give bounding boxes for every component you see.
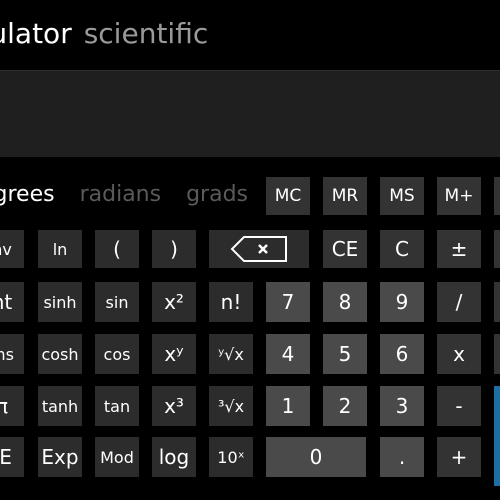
digit-2-button[interactable]: 2 [323,386,367,426]
memory-add-button[interactable]: M+ [437,177,481,215]
calculator-window: culator scientific egrees radians grads M… [0,0,500,500]
reciprocal-button[interactable] [494,334,500,374]
app-name: culator [0,17,72,50]
angle-mode-grads[interactable]: grads [186,182,248,207]
angle-mode-selector: egrees radians grads [0,178,266,212]
sinh-button[interactable]: sinh [38,282,82,322]
inverse-button[interactable]: nv [0,230,24,268]
subtract-button[interactable]: - [437,386,481,426]
angle-mode-radians[interactable]: radians [80,182,162,207]
digit-7-button[interactable]: 7 [266,282,310,322]
dms-button[interactable]: ms [0,334,24,374]
clear-button[interactable]: C [380,230,424,268]
tan-button[interactable]: tan [95,386,139,426]
exp-button[interactable]: Exp [38,437,82,477]
tanh-button[interactable]: tanh [38,386,82,426]
memory-clear-button[interactable]: MC [266,177,310,215]
mode-label[interactable]: scientific [84,17,209,50]
sin-button[interactable]: sin [95,282,139,322]
memory-recall-button[interactable]: MR [323,177,367,215]
sign-toggle-button[interactable]: ± [437,230,481,268]
memory-store-button[interactable]: MS [380,177,424,215]
backspace-button[interactable] [209,230,309,268]
cube-root-button[interactable]: ³√x [209,386,253,426]
pi-button[interactable]: π [0,386,24,426]
square-button[interactable]: x² [152,282,196,322]
integer-button[interactable]: nt [0,282,24,322]
digit-9-button[interactable]: 9 [380,282,424,322]
digit-5-button[interactable]: 5 [323,334,367,374]
add-button[interactable]: + [437,437,481,477]
clear-entry-button[interactable]: CE [323,230,367,268]
result-display [0,70,500,157]
cos-button[interactable]: cos [95,334,139,374]
power-button[interactable]: xʸ [152,334,196,374]
ln-button[interactable]: ln [38,230,82,268]
digit-8-button[interactable]: 8 [323,282,367,322]
digit-1-button[interactable]: 1 [266,386,310,426]
digit-6-button[interactable]: 6 [380,334,424,374]
fe-button[interactable]: -E [0,437,24,477]
left-paren-button[interactable]: ( [95,230,139,268]
factorial-button[interactable]: n! [209,282,253,322]
percent-button[interactable] [494,282,500,322]
mod-button[interactable]: Mod [95,437,139,477]
memory-subtract-button[interactable] [494,177,500,215]
cosh-button[interactable]: cosh [38,334,82,374]
app-title: culator scientific [0,14,208,54]
multiply-button[interactable]: x [437,334,481,374]
log-button[interactable]: log [152,437,196,477]
angle-mode-degrees[interactable]: egrees [0,182,55,207]
digit-3-button[interactable]: 3 [380,386,424,426]
digit-4-button[interactable]: 4 [266,334,310,374]
square-root-button[interactable] [494,230,500,268]
y-root-button[interactable]: ʸ√x [209,334,253,374]
equals-button[interactable] [494,386,500,486]
digit-0-button[interactable]: 0 [266,437,366,477]
ten-power-button[interactable]: 10ˣ [209,437,253,477]
decimal-button[interactable]: . [380,437,424,477]
right-paren-button[interactable]: ) [152,230,196,268]
divide-button[interactable]: / [437,282,481,322]
backspace-icon [230,235,288,263]
cube-button[interactable]: x³ [152,386,196,426]
